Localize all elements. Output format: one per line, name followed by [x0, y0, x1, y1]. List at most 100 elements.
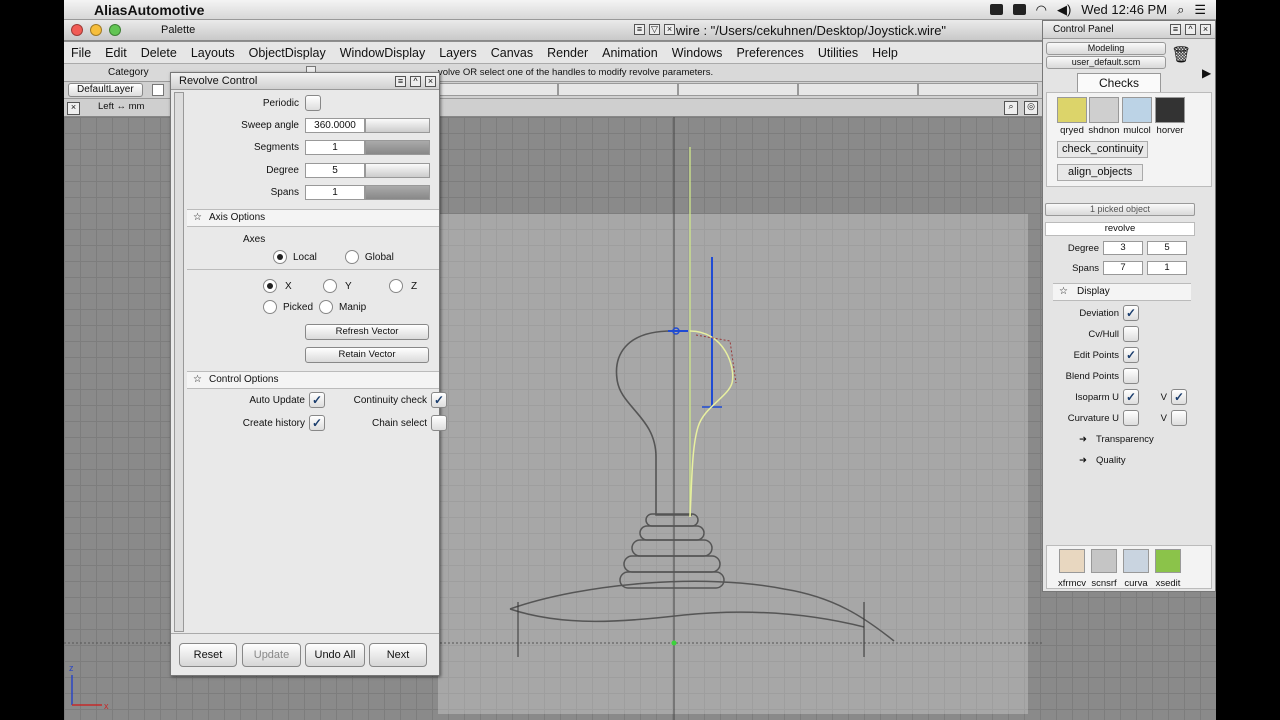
auto-update-checkbox[interactable]: ✓ — [309, 392, 325, 408]
expand-panel-arrow-icon[interactable]: ▶ — [1202, 66, 1211, 80]
control-options-section[interactable]: ☆ Control Options — [187, 371, 439, 389]
menu-utilities[interactable]: Utilities — [818, 46, 858, 60]
retain-vector-button[interactable]: Retain Vector — [305, 347, 429, 363]
x-radio[interactable] — [263, 279, 277, 293]
periodic-checkbox[interactable] — [305, 95, 321, 111]
menu-delete[interactable]: Delete — [141, 46, 177, 60]
menu-render[interactable]: Render — [547, 46, 588, 60]
minimize-window-icon[interactable] — [90, 24, 102, 36]
collapse-icon[interactable]: ^ — [1185, 24, 1196, 35]
menu-objectdisplay[interactable]: ObjectDisplay — [249, 46, 326, 60]
trash-icon[interactable]: 🗑 — [1171, 45, 1191, 65]
menu-icon[interactable]: ≡ — [395, 76, 406, 87]
reset-button[interactable]: Reset — [179, 643, 237, 667]
mode-dropdown[interactable]: Modeling — [1046, 42, 1166, 55]
picked-object-dropdown[interactable]: 1 picked object — [1045, 203, 1195, 216]
create-history-checkbox[interactable]: ✓ — [309, 415, 325, 431]
continuity-check-checkbox[interactable]: ✓ — [431, 392, 447, 408]
segments-field[interactable]: 1 — [305, 140, 365, 155]
y-radio[interactable] — [323, 279, 337, 293]
degree-slider[interactable] — [365, 163, 430, 178]
notification-icon[interactable] — [1012, 4, 1026, 15]
spans-slider[interactable] — [365, 185, 430, 200]
list-icon[interactable]: ☰ — [1194, 2, 1206, 18]
close-icon[interactable]: × — [1200, 24, 1211, 35]
menu-icon[interactable]: ≡ — [634, 24, 645, 35]
clock[interactable]: Wed 12:46 PM — [1081, 2, 1167, 17]
global-radio[interactable] — [344, 250, 359, 264]
spans-field[interactable]: 1 — [305, 185, 365, 200]
default-layer-button[interactable]: DefaultLayer — [68, 83, 143, 97]
check-continuity-button[interactable]: check_continuity — [1057, 141, 1149, 158]
manip-radio[interactable] — [319, 300, 333, 314]
revolve-scrollbar[interactable] — [174, 92, 184, 632]
shelf-dropdown[interactable]: user_default.scm — [1046, 56, 1166, 69]
spotlight-icon[interactable]: ⌕ — [1177, 2, 1184, 18]
menu-file[interactable]: File — [71, 46, 91, 60]
shdnon-tool-icon[interactable] — [1089, 97, 1119, 123]
undo-all-button[interactable]: Undo All — [305, 643, 365, 667]
curva-tool-icon[interactable] — [1123, 549, 1149, 573]
camera-icon[interactable]: ◎ — [1024, 101, 1038, 115]
menu-animation[interactable]: Animation — [602, 46, 658, 60]
cp-degree-u-field[interactable]: 3 — [1103, 241, 1143, 255]
close-window-icon[interactable] — [71, 24, 83, 36]
layer-checkbox[interactable] — [152, 84, 164, 96]
menu-edit[interactable]: Edit — [105, 46, 127, 60]
deviation-checkbox[interactable]: ✓ — [1123, 305, 1139, 321]
scnsrf-tool-icon[interactable] — [1091, 549, 1117, 573]
picked-radio[interactable] — [263, 300, 277, 314]
align-objects-button[interactable]: align_objects — [1057, 164, 1144, 181]
blend-points-checkbox[interactable] — [1123, 368, 1139, 384]
collapse-icon[interactable]: ▽ — [649, 24, 660, 35]
camera-status-icon[interactable] — [989, 4, 1003, 15]
menu-windowdisplay[interactable]: WindowDisplay — [340, 46, 425, 60]
cp-spans-u-field[interactable]: 7 — [1103, 261, 1143, 275]
tab-checks[interactable]: Checks — [1077, 73, 1161, 92]
isoparm-v-checkbox[interactable]: ✓ — [1171, 389, 1187, 405]
xsedit-tool-icon[interactable] — [1155, 549, 1181, 573]
menu-icon[interactable]: ≡ — [1170, 24, 1181, 35]
control-panel-title-bar[interactable]: Control Panel ≡ ^ × — [1043, 21, 1215, 39]
zoom-window-icon[interactable] — [109, 24, 121, 36]
curvature-v-checkbox[interactable] — [1171, 410, 1187, 426]
chain-select-checkbox[interactable] — [431, 415, 447, 431]
menu-windows[interactable]: Windows — [672, 46, 723, 60]
zoom-icon[interactable]: ⌕ — [1004, 101, 1018, 115]
display-section[interactable]: ☆ Display — [1053, 283, 1191, 301]
z-radio[interactable] — [389, 279, 403, 293]
sweep-angle-slider[interactable] — [365, 118, 430, 133]
sweep-angle-field[interactable]: 360.0000 — [305, 118, 365, 133]
quality-label[interactable]: Quality — [1096, 455, 1126, 466]
local-radio[interactable] — [273, 250, 287, 264]
cvhull-checkbox[interactable] — [1123, 326, 1139, 342]
volume-icon[interactable]: ◀) — [1057, 2, 1071, 18]
horver-tool-icon[interactable] — [1155, 97, 1185, 123]
axis-options-section[interactable]: ☆ Axis Options — [187, 209, 439, 227]
menu-canvas[interactable]: Canvas — [491, 46, 533, 60]
cp-degree-v-field[interactable]: 5 — [1147, 241, 1187, 255]
menu-layouts[interactable]: Layouts — [191, 46, 235, 60]
curvature-u-checkbox[interactable] — [1123, 410, 1139, 426]
app-name[interactable]: AliasAutomotive — [94, 2, 204, 18]
update-button[interactable]: Update — [242, 643, 301, 667]
next-button[interactable]: Next — [369, 643, 427, 667]
menu-layers[interactable]: Layers — [439, 46, 477, 60]
menu-preferences[interactable]: Preferences — [736, 46, 803, 60]
segments-slider[interactable] — [365, 140, 430, 155]
edit-points-checkbox[interactable]: ✓ — [1123, 347, 1139, 363]
wifi-icon[interactable]: ◠ — [1036, 2, 1047, 18]
revolve-title-bar[interactable]: Revolve Control ≡ ^ × — [171, 73, 439, 90]
cp-spans-v-field[interactable]: 1 — [1147, 261, 1187, 275]
refresh-vector-button[interactable]: Refresh Vector — [305, 324, 429, 340]
collapse-icon[interactable]: ^ — [410, 76, 421, 87]
isoparm-u-checkbox[interactable]: ✓ — [1123, 389, 1139, 405]
close-icon[interactable]: × — [664, 24, 675, 35]
qryed-tool-icon[interactable] — [1057, 97, 1087, 123]
close-icon[interactable]: × — [425, 76, 436, 87]
xfrmcv-tool-icon[interactable] — [1059, 549, 1085, 573]
transparency-label[interactable]: Transparency — [1096, 434, 1154, 445]
menu-help[interactable]: Help — [872, 46, 898, 60]
degree-field[interactable]: 5 — [305, 163, 365, 178]
viewport-close-icon[interactable]: × — [67, 102, 80, 115]
